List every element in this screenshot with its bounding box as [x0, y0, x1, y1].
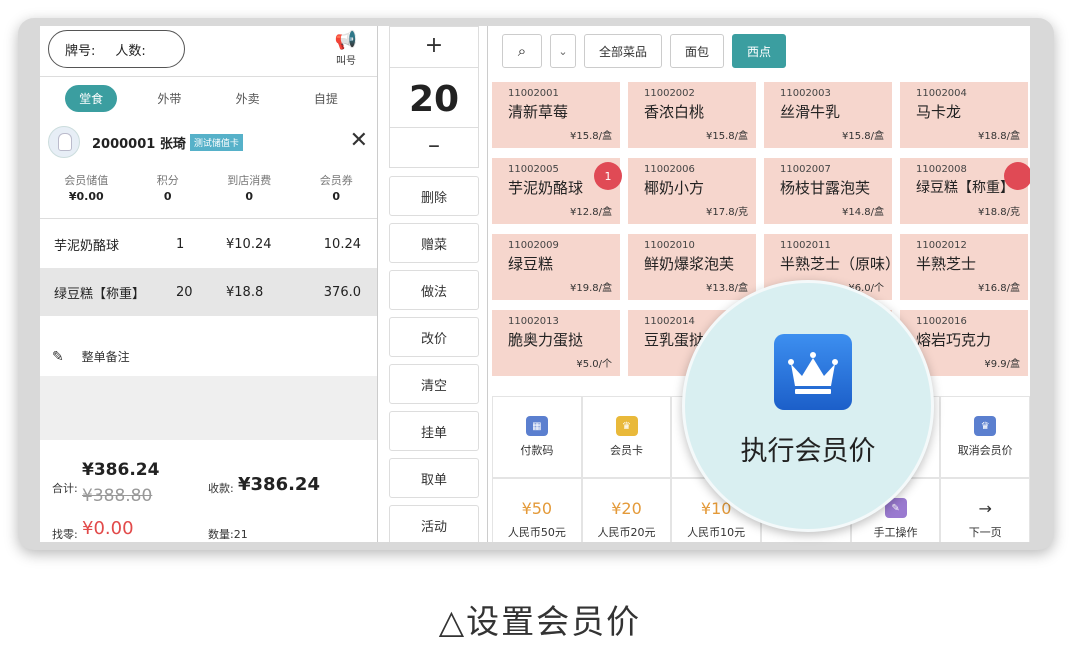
pencil-icon: ✎ — [52, 349, 64, 365]
people-count-label: 人数: — [115, 43, 146, 59]
call-number-label: 叫号 — [336, 56, 356, 67]
order-panel: 牌号: 人数: 📢 叫号 堂食 外带 外卖 自提 2000001 张琦 测试储值… — [40, 26, 377, 542]
change-label: 找零: — [52, 528, 78, 541]
close-icon[interactable]: ✕ — [350, 128, 368, 153]
call-number-button[interactable]: 📢 叫号 — [326, 30, 366, 70]
crown-icon — [774, 334, 852, 410]
arrow-right-icon: → — [978, 498, 992, 518]
product-tile[interactable]: 11002009 绿豆糕 ¥19.8/盒 — [492, 234, 620, 300]
member-info: 2000001 张琦 测试储值卡 ✕ — [48, 124, 368, 160]
crown-icon: ♛ — [974, 416, 997, 436]
member-card-button[interactable]: ♛ 会员卡 — [581, 396, 672, 478]
decrement-button[interactable]: – — [390, 131, 478, 159]
magnifier-callout: 执行会员价 — [682, 280, 934, 532]
product-tile[interactable]: 11002006 椰奶小方 ¥17.8/克 — [628, 158, 756, 224]
order-item-row-selected[interactable]: 绿豆糕【称重】 20 ¥18.8 376.0 — [40, 268, 377, 316]
cooking-method-button[interactable]: 做法 — [389, 270, 479, 310]
change-value: ¥0.00 — [82, 518, 134, 539]
tab-dine-in[interactable]: 堂食 — [65, 84, 118, 112]
product-tile[interactable]: 11002010 鲜奶爆浆泡芙 ¥13.8/盒 — [628, 234, 756, 300]
count-label: 数量:21 — [208, 528, 248, 541]
order-totals: 合计: ¥386.24 ¥388.80 收款: ¥386.24 找零: ¥0.0… — [40, 440, 377, 542]
cancel-member-price-button[interactable]: ♛ 取消会员价 — [940, 396, 1030, 478]
received-value: ¥386.24 — [238, 474, 320, 495]
qr-code-icon: ▦ — [525, 416, 548, 436]
tab-takeaway[interactable]: 外带 — [143, 85, 195, 112]
product-tile[interactable]: 11002004 马卡龙 ¥18.8/盒 — [900, 82, 1028, 148]
sum-label: 合计: — [52, 482, 78, 495]
product-tile[interactable]: 11002001 清新草莓 ¥15.8/盒 — [492, 82, 620, 148]
caption: △设置会员价 — [438, 602, 642, 641]
cart-count-badge: 1 — [594, 162, 622, 190]
action-column: + 20 – 删除 赠菜 做法 改价 清空 挂单 取单 活动 — [389, 26, 479, 542]
chevron-down-icon[interactable]: ⌄ — [550, 34, 576, 68]
product-tile[interactable]: 11002013 脆奥力蛋挞 ¥5.0/个 — [492, 310, 620, 376]
member-id-name: 2000001 张琦 — [92, 136, 186, 152]
member-card-badge: 测试储值卡 — [189, 133, 243, 151]
promotion-button[interactable]: 活动 — [389, 505, 479, 542]
table-number-label: 牌号: — [65, 43, 96, 59]
clear-button[interactable]: 清空 — [389, 364, 479, 404]
category-pastry[interactable]: 西点 — [732, 34, 787, 68]
next-page-button[interactable]: → 下一页 — [940, 478, 1030, 542]
avatar — [48, 126, 80, 158]
order-note-label: 整单备注 — [81, 350, 130, 364]
divider — [40, 76, 377, 77]
received-label: 收款: — [208, 482, 234, 495]
tab-pickup[interactable]: 自提 — [300, 85, 352, 112]
retrieve-order-button[interactable]: 取单 — [389, 458, 479, 498]
stat-coupons: 会员券 0 — [319, 174, 353, 203]
divider — [487, 26, 488, 542]
product-tile[interactable]: 11002002 香浓白桃 ¥15.8/盒 — [628, 82, 756, 148]
table-info-pill[interactable]: 牌号: 人数: — [48, 30, 185, 68]
empty-area — [40, 376, 377, 440]
hold-order-button[interactable]: 挂单 — [389, 411, 479, 451]
megaphone-icon: 📢 — [334, 30, 358, 51]
category-bread[interactable]: 面包 — [670, 34, 725, 68]
delete-button[interactable]: 删除 — [389, 176, 479, 216]
quantity-value: 20 — [408, 79, 460, 120]
status-dot — [1004, 162, 1030, 190]
stat-balance: 会员储值 ¥0.00 — [64, 174, 109, 203]
stat-points: 积分 0 — [156, 174, 179, 203]
crown-icon: ♛ — [615, 416, 638, 436]
member-stats: 会员储值 ¥0.00 积分 0 到店消费 0 会员券 0 — [40, 172, 377, 203]
original-sum-value: ¥388.80 — [82, 486, 153, 506]
quantity-stepper: + 20 – — [389, 26, 479, 168]
gift-item-button[interactable]: 赠菜 — [389, 223, 479, 263]
order-type-tabs: 堂食 外带 外卖 自提 — [40, 78, 377, 118]
cash-50-button[interactable]: ¥50 人民币50元 — [492, 478, 582, 542]
payment-code-button[interactable]: ▦ 付款码 — [492, 396, 582, 478]
member-price-label: 执行会员价 — [740, 436, 876, 467]
product-tile[interactable]: 11002012 半熟芝士 ¥16.8/盒 — [900, 234, 1028, 300]
product-tile[interactable]: 11002003 丝滑牛乳 ¥15.8/盒 — [764, 82, 892, 148]
product-tile[interactable]: 11002007 杨枝甘露泡芙 ¥14.8/盒 — [764, 158, 892, 224]
order-item-row[interactable]: 芋泥奶酪球 1 ¥10.24 10.24 — [40, 220, 377, 268]
category-bar: ⌕ ⌄ 全部菜品 面包 西点 — [492, 26, 1030, 76]
divider — [40, 218, 377, 219]
tab-delivery[interactable]: 外卖 — [222, 85, 274, 112]
stat-visits: 到店消费 0 — [227, 174, 272, 203]
category-all[interactable]: 全部菜品 — [584, 34, 663, 68]
cash-20-button[interactable]: ¥20 人民币20元 — [581, 478, 672, 542]
sum-value: ¥386.24 — [82, 460, 160, 480]
divider — [377, 26, 378, 542]
order-note-button[interactable]: ✎ 整单备注 — [52, 348, 130, 365]
change-price-button[interactable]: 改价 — [389, 317, 479, 357]
search-icon[interactable]: ⌕ — [502, 34, 542, 68]
increment-button[interactable]: + — [390, 33, 478, 58]
